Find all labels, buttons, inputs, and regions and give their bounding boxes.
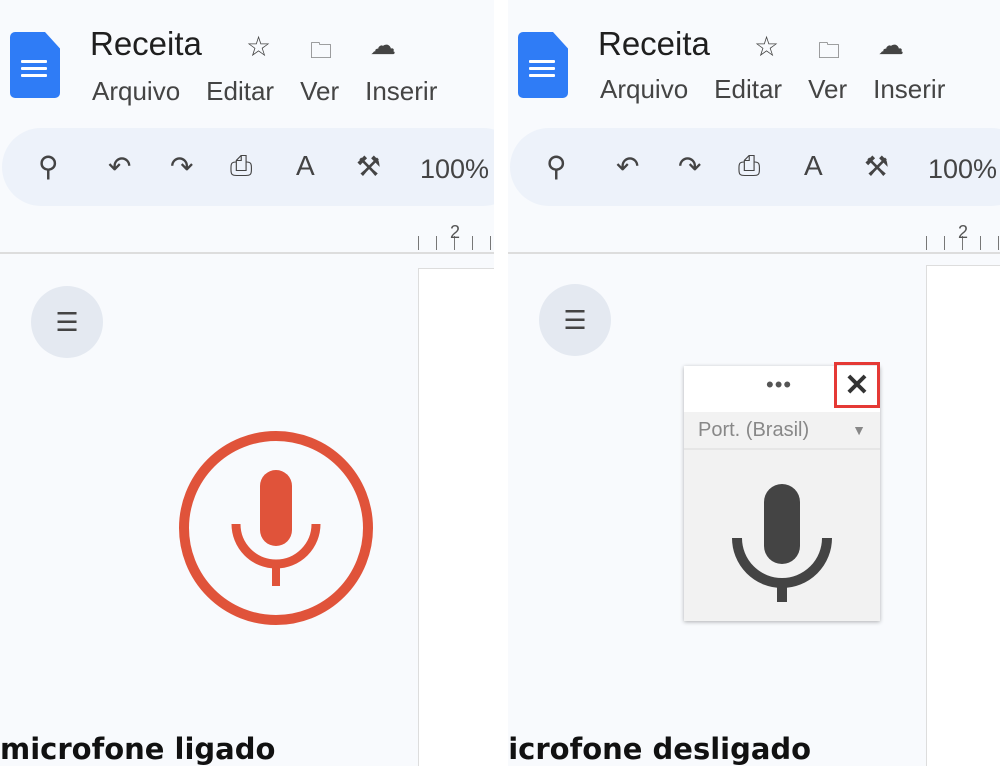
caption: microfone ligado	[0, 732, 276, 766]
ruler	[508, 252, 1000, 254]
undo-icon[interactable]: ↶	[108, 150, 131, 183]
star-icon[interactable]: ☆	[754, 30, 779, 63]
ruler	[0, 252, 494, 254]
zoom-select[interactable]: 100%	[928, 154, 997, 185]
search-icon[interactable]: ⚲	[546, 150, 567, 183]
outline-button[interactable]: ☰	[539, 284, 611, 356]
outline-button[interactable]: ☰	[31, 286, 103, 358]
spellcheck-icon[interactable]: A	[804, 150, 823, 182]
document-page[interactable]	[926, 265, 1000, 766]
menu-arquivo[interactable]: Arquivo	[92, 76, 180, 107]
mic-off-icon[interactable]	[727, 480, 837, 610]
menu-editar[interactable]: Editar	[206, 76, 274, 107]
close-icon: ✕	[844, 368, 870, 402]
close-button[interactable]: ✕	[834, 362, 880, 408]
ruler-number: 2	[958, 222, 969, 242]
move-folder-icon[interactable]: 🗀	[818, 34, 840, 72]
docs-logo-icon[interactable]	[518, 32, 568, 98]
list-icon: ☰	[55, 306, 79, 337]
voice-typing-widget: ••• ✕ Port. (Brasil) ▼	[684, 362, 880, 621]
menu-inserir[interactable]: Inserir	[365, 76, 437, 107]
cloud-saved-icon[interactable]: ☁	[370, 30, 396, 61]
print-icon[interactable]: ⎙	[230, 150, 252, 183]
menu-editar[interactable]: Editar	[714, 74, 782, 105]
panel-mic-on: Receita ☆ 🗀 ☁ Arquivo Editar Ver Inserir…	[0, 0, 494, 766]
menu-ver[interactable]: Ver	[300, 76, 339, 107]
star-icon[interactable]: ☆	[246, 30, 271, 63]
move-folder-icon[interactable]: 🗀	[310, 34, 332, 72]
paint-format-icon[interactable]: ⚒	[356, 150, 381, 183]
document-page[interactable]	[418, 268, 494, 766]
spellcheck-icon[interactable]: A	[296, 150, 315, 182]
zoom-select[interactable]: 100%	[420, 154, 489, 185]
doc-title[interactable]: Receita	[90, 25, 202, 63]
redo-icon[interactable]: ↷	[170, 150, 193, 183]
list-icon: ☰	[563, 304, 587, 335]
language-select[interactable]: Port. (Brasil) ▼	[684, 412, 880, 450]
print-icon[interactable]: ⎙	[738, 150, 760, 183]
caption: microfone desligado	[508, 732, 812, 766]
search-icon[interactable]: ⚲	[38, 150, 59, 183]
cloud-saved-icon[interactable]: ☁	[878, 30, 904, 61]
doc-title[interactable]: Receita	[598, 25, 710, 63]
language-label: Port. (Brasil)	[698, 418, 810, 441]
undo-icon[interactable]: ↶	[616, 150, 639, 183]
mic-on-icon[interactable]	[176, 428, 376, 628]
docs-logo-icon[interactable]	[10, 32, 60, 98]
panel-mic-off: Receita ☆ 🗀 ☁ Arquivo Editar Ver Inserir…	[508, 0, 1000, 766]
ruler-number: 2	[450, 222, 461, 242]
chevron-down-icon: ▼	[852, 422, 866, 438]
menu-ver[interactable]: Ver	[808, 74, 847, 105]
more-options-button[interactable]: •••	[766, 372, 792, 398]
menu-inserir[interactable]: Inserir	[873, 74, 945, 105]
redo-icon[interactable]: ↷	[678, 150, 701, 183]
paint-format-icon[interactable]: ⚒	[864, 150, 889, 183]
menu-arquivo[interactable]: Arquivo	[600, 74, 688, 105]
